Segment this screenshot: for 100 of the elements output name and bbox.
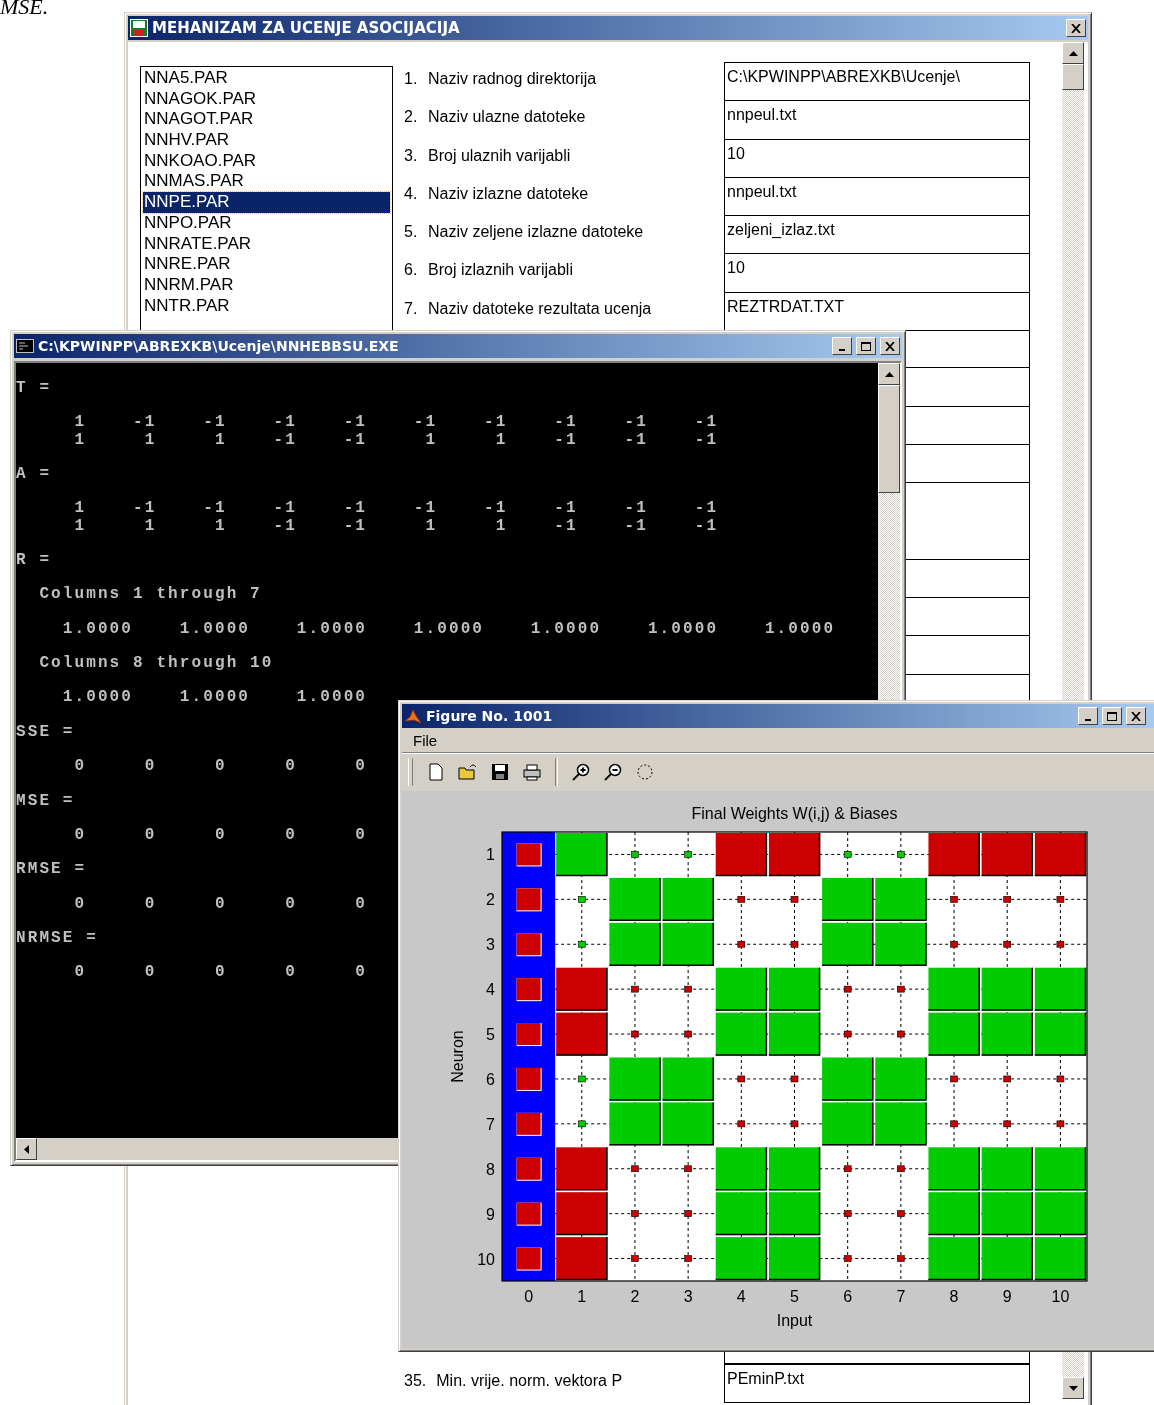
maximize-icon (861, 341, 871, 351)
console-icon (16, 339, 34, 353)
file-list-item[interactable]: NNPO.PAR (143, 212, 390, 234)
page-text: MSE. (0, 0, 49, 20)
file-list-item[interactable]: NNKOAO.PAR (143, 150, 390, 172)
parameter-number: 2. (404, 108, 418, 127)
console-line: RMSE = (16, 861, 87, 879)
console-line: 1.0000 1.0000 1.0000 (61, 689, 368, 707)
input-field[interactable]: nnpeul.txt (724, 176, 1030, 217)
window-title: C:\KPWINPP\ABREXKB\Ucenje\NNHEBBSU.EXE (38, 338, 399, 354)
down-arrow-icon (1068, 1385, 1078, 1391)
x-tick-label: 5 (790, 1288, 799, 1305)
file-list-item[interactable]: NNA5.PAR (143, 68, 390, 89)
menu-item[interactable]: File (410, 731, 441, 749)
y-tick-label: 6 (486, 1070, 495, 1088)
console-line: 1 1 1 -1 -1 1 1 -1 -1 -1 (73, 431, 719, 449)
input-field[interactable]: C:\KPWINPP\ABREXKB\Ucenje\ (724, 62, 1030, 102)
console-line: 0 0 0 0 0 (73, 964, 368, 982)
close-button[interactable] (1066, 19, 1086, 37)
console-line: R = (16, 551, 52, 570)
window-title: MEHANIZAM ZA UCENJE ASOCIJACIJA (152, 19, 460, 37)
zoom-in-icon (571, 762, 591, 782)
y-tick-label: 2 (486, 891, 495, 909)
console-line: Columns 8 through 10 (38, 655, 274, 673)
y-tick-label: 5 (486, 1026, 495, 1044)
scroll-left-button[interactable] (16, 1138, 37, 1160)
parameter-number: 5. (404, 223, 418, 242)
maximize-button[interactable] (1102, 707, 1122, 725)
console-line: NRMSE = (16, 930, 98, 948)
scroll-thumb[interactable] (1062, 64, 1084, 90)
file-list-item[interactable]: NNAGOK.PAR (143, 88, 390, 110)
parameter-number: 7. (404, 299, 418, 318)
left-arrow-icon (24, 1144, 29, 1154)
scroll-down-button[interactable] (1062, 1377, 1084, 1399)
console-line: 1 1 1 -1 -1 1 1 -1 -1 -1 (73, 517, 719, 535)
console-line: SSE = (16, 723, 75, 741)
folder-icon (458, 762, 478, 782)
input-field[interactable]: zeljeni_izlaz.txt (724, 215, 1030, 255)
x-tick-label: 10 (1051, 1288, 1070, 1305)
parameter-number: 35. (404, 1372, 427, 1391)
input-field[interactable]: 10 (724, 138, 1030, 178)
x-tick-label: 7 (896, 1288, 906, 1305)
scroll-up-button[interactable] (1062, 42, 1084, 64)
file-list-item[interactable]: NNMAS.PAR (143, 171, 390, 193)
parameter-label: Naziv zeljene izlazne datoteke (428, 223, 644, 242)
console-line: A = (16, 465, 52, 484)
parameter-label: Broj ulaznih varijabli (428, 146, 571, 165)
y-tick-label: 9 (486, 1205, 495, 1223)
input-field[interactable]: PEminP.txt (724, 1364, 1030, 1404)
x-axis-label: Input (776, 1312, 813, 1329)
y-tick-label: 3 (486, 936, 495, 954)
input-field[interactable]: nnpeul.txt (724, 100, 1030, 140)
peak-logo-icon (404, 707, 422, 725)
console-line: 1 -1 -1 -1 -1 -1 -1 -1 -1 -1 (73, 500, 719, 518)
printer-icon (522, 762, 542, 782)
parameter-label: Naziv izlazne datoteke (428, 184, 589, 203)
close-button[interactable] (1126, 707, 1146, 725)
zoom-out-icon (603, 762, 623, 782)
file-list-item[interactable]: NNRE.PAR (143, 254, 390, 275)
x-tick-label: 0 (524, 1288, 534, 1305)
y-tick-label: 7 (486, 1115, 495, 1133)
file-list-item[interactable]: NNRATE.PAR (143, 233, 390, 255)
input-field[interactable]: 10 (724, 253, 1030, 293)
file-list-item[interactable]: NNRM.PAR (143, 274, 390, 296)
x-tick-label: 6 (843, 1288, 853, 1305)
x-tick-label: 4 (736, 1288, 746, 1305)
minimize-icon (839, 349, 845, 351)
scroll-thumb[interactable] (878, 385, 900, 493)
file-list-item[interactable]: NNHV.PAR (143, 130, 390, 151)
file-list-item[interactable]: NNAGOT.PAR (143, 109, 390, 131)
up-arrow-icon (884, 371, 894, 377)
input-field[interactable]: REZTRDAT.TXT (724, 291, 1030, 332)
up-arrow-icon (1068, 50, 1078, 56)
minimize-icon (1085, 719, 1091, 721)
parameter-number: 6. (404, 261, 418, 280)
console-line: 1 -1 -1 -1 -1 -1 -1 -1 -1 -1 (73, 414, 719, 432)
x-tick-label: 2 (630, 1288, 640, 1305)
console-line: 1.0000 1.0000 1.0000 1.0000 1.0000 1.0000 1.0000 (61, 620, 836, 638)
close-button[interactable] (880, 337, 900, 355)
file-list-item[interactable]: NNPE.PAR (143, 192, 390, 213)
y-tick-label: 1 (486, 846, 495, 864)
y-tick-label: 10 (477, 1250, 495, 1268)
maximize-button[interactable] (856, 337, 876, 355)
y-axis-label: Neuron (449, 1030, 466, 1083)
y-tick-label: 8 (486, 1160, 495, 1178)
parameter-label: Broj izlaznih varijabli (428, 261, 573, 280)
rotate-icon (635, 762, 655, 782)
file-list-item[interactable]: NNTR.PAR (143, 295, 390, 317)
scroll-up-button[interactable] (878, 363, 900, 385)
minimize-button[interactable] (832, 337, 852, 355)
console-line: MSE = (16, 792, 75, 810)
y-tick-label: 4 (486, 981, 495, 999)
x-tick-label: 1 (577, 1288, 587, 1305)
document-icon (426, 762, 446, 782)
parameter-label: Naziv datoteke rezultata ucenja (428, 299, 652, 318)
minimize-button[interactable] (1078, 707, 1098, 725)
x-tick-label: 9 (1002, 1288, 1012, 1305)
parameter-number: 3. (404, 146, 418, 165)
chart-title: Final Weights W(i,j) & Biases (691, 805, 898, 822)
parameter-number: 4. (404, 184, 418, 203)
